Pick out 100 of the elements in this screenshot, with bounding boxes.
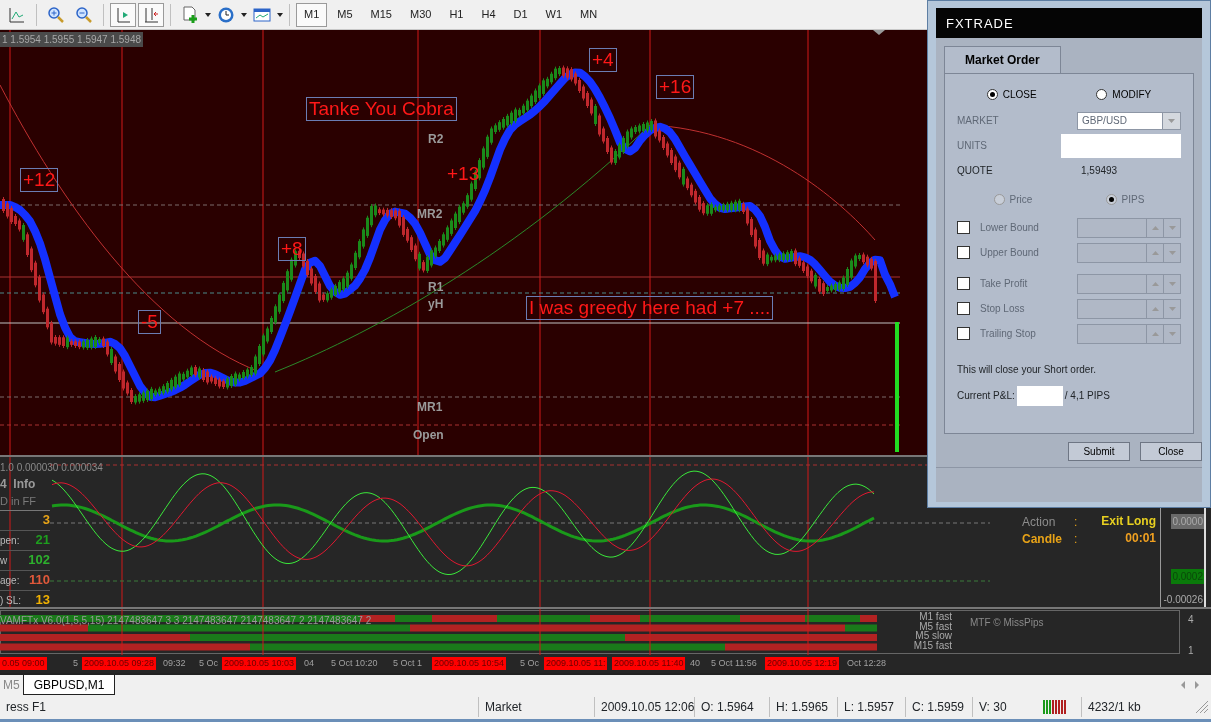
level-label: R1 (428, 279, 444, 296)
status-text: Market (478, 697, 594, 717)
time-label: 5 Oc (199, 657, 218, 670)
timeframe-button[interactable]: M5 (329, 2, 361, 27)
checkbox-label: Take Profit (980, 277, 1028, 291)
timeframe-button[interactable]: M30 (401, 2, 440, 27)
line-chart-icon (8, 5, 26, 24)
timeframe-button[interactable]: M15 (362, 2, 400, 27)
radio-label: MODIFY (1112, 87, 1152, 102)
dialog-button[interactable]: Submit (1068, 442, 1130, 461)
resize-grip-icon (1195, 700, 1209, 714)
caret-down-icon (1168, 306, 1176, 311)
timeframe-button[interactable]: W1 (537, 2, 571, 27)
status-text: O: 1.5964 (694, 697, 769, 717)
time-label: Oct 12:28 (847, 657, 887, 670)
timeframe-label: M15 fast (912, 640, 952, 650)
status-text: V: 30 (972, 697, 1039, 717)
caret-icon (205, 12, 211, 17)
credit-label: MTF © MissPips (970, 616, 1044, 630)
time-label: 2009.10.05 10:54 (432, 657, 507, 670)
grid-line (807, 609, 809, 655)
signal-value: Exit Long (1100, 513, 1156, 530)
scale-label: -0.00026 (1162, 593, 1204, 607)
chart-annotation: +12 (20, 168, 59, 192)
info-label: pen: (0, 533, 20, 548)
status-text: L: 1.5957 (837, 697, 905, 717)
caret-icon (277, 12, 283, 17)
checkbox-label: Trailing Stop (980, 327, 1036, 341)
signal-separator: : (1074, 514, 1079, 530)
caret-down-icon (1168, 250, 1176, 255)
level-label: yH (428, 296, 444, 313)
info-subtitle: D in FF (0, 493, 50, 511)
autoscroll-button[interactable] (138, 2, 164, 27)
quote-value: 1,59493 (1081, 164, 1119, 178)
caret-up-icon (1151, 225, 1159, 230)
signal-label: Action (1022, 514, 1057, 530)
chart-annotation: +16 (656, 75, 695, 99)
caret-icon (1168, 118, 1175, 123)
grid-line (539, 609, 541, 655)
scale-label: 1 (1188, 644, 1194, 655)
time-label: 2009.10.05 09:28 (82, 657, 157, 670)
timeframe-label: M1 fast (918, 612, 952, 622)
time-label: 09:32 (163, 657, 186, 670)
timeframe-button[interactable]: H4 (473, 2, 504, 27)
info-label: w (0, 553, 8, 568)
radio-label: PIPS (1121, 192, 1145, 207)
timeframe-button[interactable]: MN (572, 2, 606, 27)
chart-tab[interactable]: GBPUSD,M1 (22, 675, 116, 695)
chart-annotation: +8 (278, 237, 306, 261)
time-label: 40 (690, 657, 700, 670)
caret-down-icon (1168, 281, 1176, 286)
status-text: 2009.10.05 12:06 (594, 697, 694, 717)
radio-button[interactable] (986, 88, 998, 100)
dialog-message: This will close your Short order. (957, 363, 1097, 377)
zoom-in-icon (47, 5, 65, 24)
checkbox-label: Stop Loss (980, 302, 1025, 316)
chart-annotation: +4 (589, 48, 617, 72)
scale-label: 0.0000 (1171, 514, 1204, 529)
field-label: UNITS (957, 139, 987, 153)
caret-icon (241, 12, 247, 17)
info-value: 21 (35, 531, 50, 550)
caret-down-icon (1168, 331, 1176, 336)
time-label: 5 (73, 657, 78, 670)
pnl-value: / 4,1 PIPS (1064, 389, 1110, 403)
timeframe-label: M5 slow (914, 631, 952, 641)
field-label: MARKET (957, 114, 999, 128)
zoom-out-icon (75, 5, 93, 24)
signal-value: 00:01 (1124, 530, 1156, 547)
checkbox-label: Upper Bound (980, 246, 1039, 260)
info-value: 110 (29, 571, 50, 590)
time-label: 2009.10.05 11:40 (612, 657, 686, 670)
radio-button[interactable] (1096, 88, 1108, 100)
signal-label: Candle (1022, 531, 1063, 547)
time-label: 2009.10.05 12:19 (765, 657, 840, 670)
grid-line (649, 609, 651, 655)
time-label: 5 Oct 1 (393, 657, 422, 670)
order-tab[interactable]: Market Order (944, 46, 1061, 73)
info-value: 102 (28, 551, 50, 570)
chart-annotation: I was greedy here had +7 .... (526, 296, 774, 320)
time-label: 5 Oct 11:56 (711, 657, 757, 670)
chart-shift-button[interactable] (110, 2, 136, 27)
caret-up-icon (1151, 306, 1159, 311)
connection-meter-icon (1043, 700, 1069, 714)
timeframe-button[interactable]: H1 (441, 2, 472, 27)
grid-line (121, 609, 123, 655)
level-label: Open (413, 427, 444, 444)
info-title: 4 Info (0, 476, 37, 493)
field-label: QUOTE (957, 164, 993, 178)
app-logo: FXTRADE (936, 8, 1202, 38)
dialog-button[interactable]: Close (1140, 442, 1202, 461)
caret-up-icon (1151, 281, 1159, 286)
radio-label: Price (1009, 192, 1033, 207)
time-label: 04 (304, 657, 314, 670)
timeframe-button[interactable]: M1 (296, 2, 328, 27)
time-label: 5 Oct 10:20 (331, 657, 378, 670)
level-label: MR1 (417, 399, 443, 416)
status-text: C: 1.5959 (905, 697, 972, 717)
info-value: 13 (35, 591, 50, 607)
pnl-label: Current P&L: (957, 389, 1015, 403)
timeframe-button[interactable]: D1 (505, 2, 536, 27)
